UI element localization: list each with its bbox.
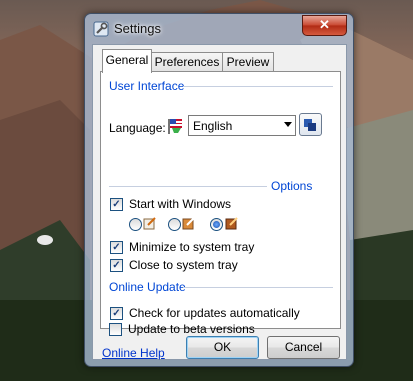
start-with-windows-label: Start with Windows: [129, 197, 232, 211]
language-settings-button[interactable]: [299, 113, 322, 136]
divider: [183, 86, 333, 87]
beta-versions-label: Update to beta versions: [128, 322, 255, 336]
online-update-group-title: Online Update: [109, 280, 186, 294]
tray-icon-style-3-radio[interactable]: [210, 218, 223, 231]
minimize-to-tray-label: Minimize to system tray: [129, 240, 255, 254]
wrench-icon: [93, 21, 109, 37]
close-button[interactable]: ✕: [302, 15, 347, 36]
tray-icon-style-1-radio[interactable]: [129, 218, 142, 231]
divider: [109, 186, 267, 187]
window-title: Settings: [114, 21, 161, 36]
beta-versions-checkbox[interactable]: [109, 323, 122, 336]
minimize-to-tray-checkbox[interactable]: ✓: [110, 241, 123, 254]
user-interface-group-title: User Interface: [109, 79, 185, 93]
tab-general[interactable]: General: [102, 49, 152, 73]
chevron-down-icon: [284, 122, 292, 127]
options-group-title: Options: [271, 179, 313, 193]
start-with-windows-checkbox[interactable]: ✓: [110, 198, 123, 211]
language-flag-icon: [168, 119, 182, 134]
language-select-value: English: [193, 119, 233, 133]
tray-icon-style-2-radio[interactable]: [168, 218, 181, 231]
close-to-tray-label: Close to system tray: [129, 258, 238, 272]
check-updates-checkbox[interactable]: ✓: [110, 307, 123, 320]
title-bar[interactable]: Settings ✕: [85, 14, 353, 42]
tray-icon-style-3-icon: [225, 217, 238, 230]
divider: [183, 287, 333, 288]
tab-preview[interactable]: Preview: [222, 52, 274, 72]
cancel-button[interactable]: Cancel: [267, 336, 340, 359]
online-help-link[interactable]: Online Help: [102, 346, 165, 360]
general-tab-panel: User Interface Language: English Options…: [100, 71, 341, 329]
tray-icon-style-1-icon: [143, 217, 156, 230]
dialog-client-area: General Preferences Preview User Interfa…: [92, 44, 347, 360]
tray-icon-style-2-icon: [182, 217, 195, 230]
ok-button[interactable]: OK: [186, 336, 259, 359]
tab-preferences[interactable]: Preferences: [151, 52, 223, 72]
language-select[interactable]: English: [188, 115, 296, 136]
settings-window: Settings ✕ General Preferences Preview U…: [84, 13, 354, 367]
check-updates-label: Check for updates automatically: [129, 306, 300, 320]
windows-flag-icon: [304, 119, 316, 131]
close-to-tray-checkbox[interactable]: ✓: [110, 259, 123, 272]
language-label: Language:: [109, 121, 166, 135]
